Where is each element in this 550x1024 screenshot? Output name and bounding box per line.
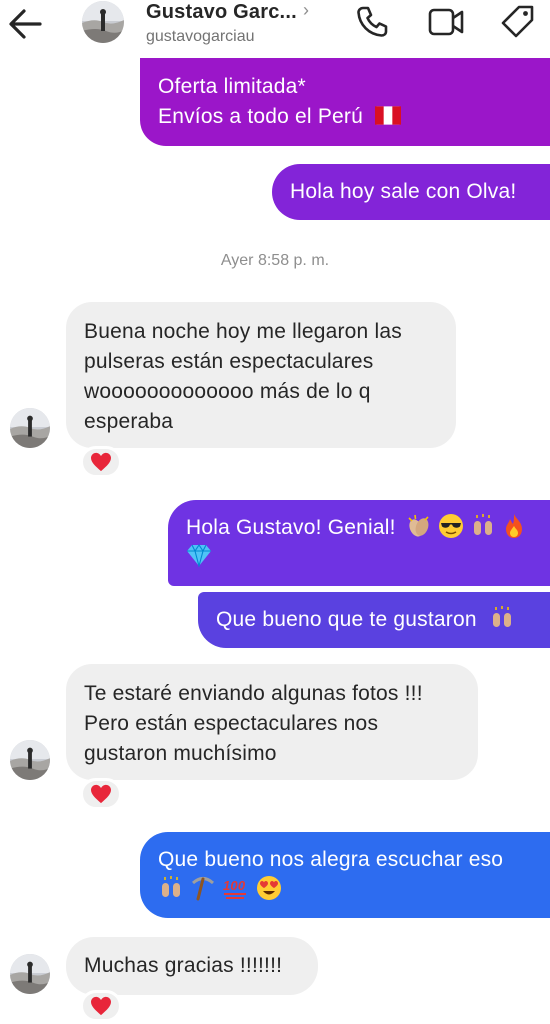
contact-username: gustavogarciau (146, 28, 255, 45)
heart-eyes-face-icon (257, 876, 282, 900)
sender-avatar[interactable] (10, 740, 50, 780)
outgoing-message[interactable]: Que bueno que te gustaron (198, 592, 550, 648)
outgoing-message[interactable]: Que bueno nos alegra escuchar eso 100 (140, 832, 550, 918)
outgoing-message[interactable]: Hola hoy sale con Olva! (272, 164, 550, 220)
message-text: Muchas gracias !!!!!!! (84, 954, 283, 977)
back-arrow-icon (9, 9, 42, 39)
raising-hands-icon (162, 876, 180, 897)
message-text: Que bueno nos alegra escuchar eso (158, 848, 504, 871)
heart-icon (91, 784, 111, 804)
message-text: esperaba (84, 410, 174, 433)
incoming-message[interactable]: Muchas gracias !!!!!!! (66, 937, 318, 995)
contact-name[interactable]: Gustavo Garc... (146, 1, 297, 24)
message-text: gustaron muchísimo (84, 742, 277, 765)
message-text-line: 100 (158, 875, 542, 905)
video-call-button[interactable] (426, 4, 466, 40)
message-text: Te estaré enviando algunas fotos !!! (84, 682, 423, 705)
tag-icon (501, 5, 534, 38)
message-text-line (186, 543, 542, 573)
video-icon (428, 8, 464, 36)
message-text: Oferta limitada* (158, 75, 306, 98)
message-text: pulseras están espectaculares (84, 350, 374, 373)
message-text-line: Que bueno que te gustaron (216, 605, 542, 635)
pick-icon (192, 877, 215, 901)
message-text: wooooooooooooo más de lo q (84, 380, 371, 403)
outgoing-message[interactable]: Oferta limitada* Envíos a todo el Perú (140, 52, 550, 146)
heart-reaction[interactable] (80, 778, 122, 810)
sender-avatar[interactable] (10, 954, 50, 994)
fire-icon (505, 514, 522, 538)
heart-reaction[interactable] (80, 990, 122, 1022)
message-text: Hola Gustavo! Genial! (186, 516, 396, 539)
hundred-points-icon: 100 (223, 878, 247, 899)
incoming-message[interactable]: Te estaré enviando algunas fotos !!! Per… (66, 664, 478, 780)
svg-text:100: 100 (223, 878, 246, 893)
heart-reaction[interactable] (80, 446, 122, 478)
timestamp: Ayer 8:58 p. m. (220, 252, 330, 269)
gem-icon (187, 544, 211, 567)
outgoing-message[interactable]: Hola Gustavo! Genial! (168, 500, 550, 586)
sunglasses-face-icon (438, 514, 463, 538)
call-button[interactable] (352, 4, 392, 40)
message-text: Envíos a todo el Perú (158, 105, 363, 128)
peru-flag-icon (375, 106, 402, 125)
message-text: Que bueno que te gustaron (216, 608, 477, 631)
incoming-message[interactable]: Buena noche hoy me llegaron las pulseras… (66, 302, 456, 448)
back-button[interactable] (6, 6, 46, 42)
heart-icon (91, 452, 111, 472)
raising-hands-icon (492, 606, 511, 627)
raising-hands-icon (473, 514, 492, 535)
chat-header: Gustavo Garc... › gustavogarciau (0, 0, 550, 58)
phone-icon (357, 6, 388, 37)
message-text-line: Hola Gustavo! Genial! (186, 513, 542, 543)
message-text: Pero están espectaculares nos (84, 712, 379, 735)
message-text-line: Envíos a todo el Perú (158, 102, 542, 132)
message-text: Buena noche hoy me llegaron las (84, 320, 402, 343)
tag-button[interactable] (498, 4, 538, 40)
message-text: Hola hoy sale con Olva! (290, 180, 517, 203)
sender-avatar[interactable] (10, 408, 50, 448)
heart-icon (91, 996, 111, 1016)
contact-avatar[interactable] (82, 1, 124, 43)
chevron-right-icon[interactable]: › (303, 0, 309, 21)
clapping-hands-icon (408, 514, 429, 537)
